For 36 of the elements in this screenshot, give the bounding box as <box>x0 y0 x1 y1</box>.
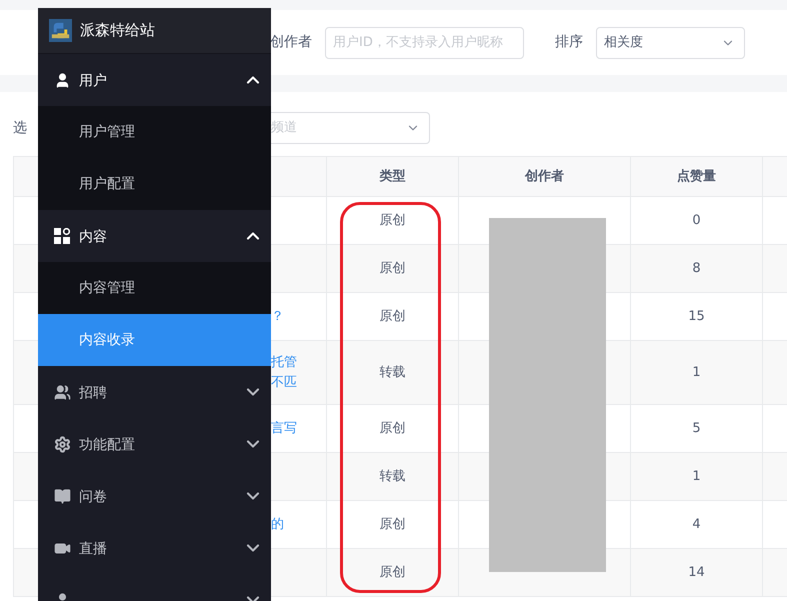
table-cell-text: 转载 <box>380 468 406 486</box>
nav-item[interactable]: 用户配置 <box>38 158 271 210</box>
nav-item[interactable]: 用户管理 <box>38 106 271 158</box>
table-cell-text: 原创 <box>380 260 406 278</box>
table-cell-text: 原创 <box>380 308 406 326</box>
nav-group-label: 问卷 <box>79 489 107 505</box>
table-cell-text: 5 <box>692 420 701 438</box>
nav-group-label: 内容 <box>79 229 107 245</box>
creator-label: 创作者 <box>270 33 312 52</box>
sort-label: 排序 <box>555 33 583 52</box>
nav-item[interactable]: 内容管理 <box>38 262 271 314</box>
people-icon <box>54 384 70 400</box>
table-cell-text: 0 <box>692 212 701 230</box>
book-icon <box>54 488 70 504</box>
logo-icon <box>49 19 72 42</box>
filter-label: 选 <box>13 118 27 138</box>
table-cell-text: 8 <box>692 260 701 278</box>
site-title: 派森特给站 <box>80 20 155 42</box>
nav-group-label: 功能配置 <box>79 437 135 453</box>
table-cell-text: 原创 <box>380 564 406 582</box>
table-cell-text: 原创 <box>380 420 406 438</box>
table-cell-text: 原创 <box>380 516 406 534</box>
table-cell-text: 转载 <box>380 364 406 382</box>
nav-group-label: 用户 <box>79 73 107 89</box>
table-cell-text: 1 <box>692 364 701 382</box>
sort-select[interactable]: 相关度 <box>596 26 745 58</box>
table-cell-text: 14 <box>688 564 705 582</box>
creator-input[interactable]: 用户ID，不支持录入用户昵称 <box>325 26 524 58</box>
nav-group-label: 直播 <box>79 541 107 557</box>
table-cell-text: 15 <box>688 308 705 326</box>
table-cell-text: 4 <box>692 516 701 534</box>
nav-group-label: 招聘 <box>79 385 107 401</box>
table-cell-text: 1 <box>692 468 701 486</box>
settings-icon <box>54 436 70 452</box>
table-cell-text: 原创 <box>380 212 406 230</box>
grid-icon <box>54 228 70 244</box>
